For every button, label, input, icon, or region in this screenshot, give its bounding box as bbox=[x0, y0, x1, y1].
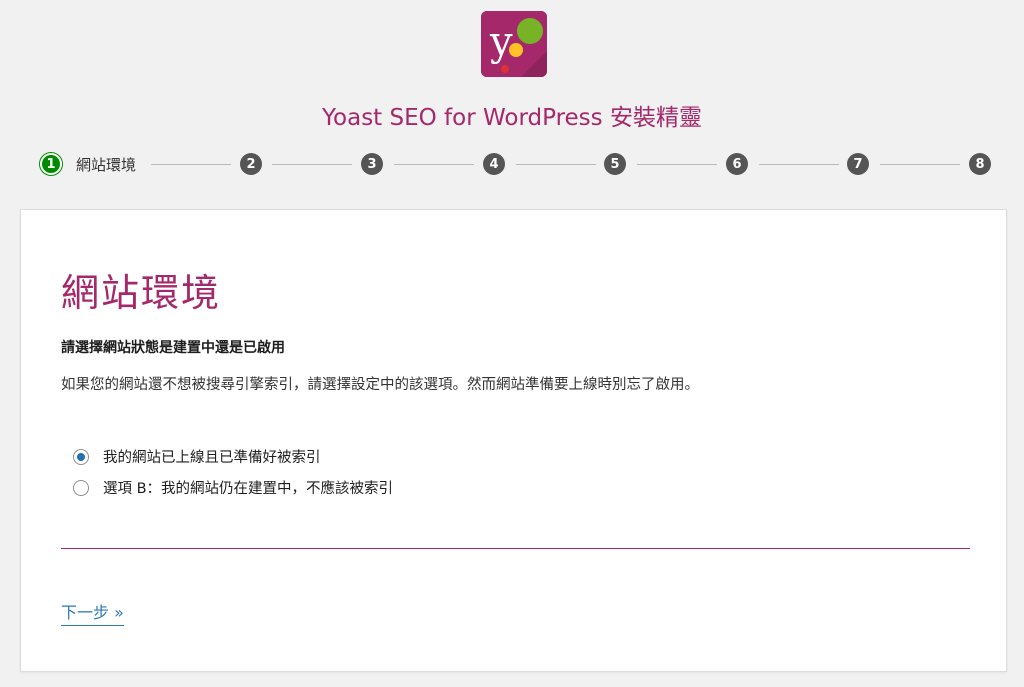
step-connector bbox=[516, 164, 596, 165]
option-staging-label: 選項 B：我的網站仍在建置中，不應該被索引 bbox=[103, 481, 394, 497]
environment-question: 請選擇網站狀態是建置中還是已啟用 bbox=[61, 340, 285, 356]
divider bbox=[61, 548, 970, 549]
step-7[interactable]: 7 bbox=[847, 153, 869, 175]
step-connector bbox=[637, 164, 717, 165]
panel-heading: 網站環境 bbox=[61, 271, 222, 315]
wizard-panel: 網站環境 請選擇網站狀態是建置中還是已啟用 如果您的網站還不想被搜尋引擎索引，請… bbox=[20, 209, 1007, 672]
svg-text:y: y bbox=[489, 19, 513, 65]
step-connector bbox=[272, 164, 352, 165]
wizard-title: Yoast SEO for WordPress 安裝精靈 bbox=[322, 105, 702, 131]
step-2[interactable]: 2 bbox=[240, 153, 262, 175]
step-5[interactable]: 5 bbox=[604, 153, 626, 175]
step-1[interactable]: 1 bbox=[40, 153, 62, 175]
next-step-link[interactable]: 下一步 » bbox=[61, 599, 124, 626]
radio-staging[interactable] bbox=[73, 479, 89, 496]
option-live-label: 我的網站已上線且已準備好被索引 bbox=[103, 450, 321, 466]
environment-description: 如果您的網站還不想被搜尋引擎索引，請選擇設定中的該選項。然而網站準備要上線時別忘… bbox=[61, 377, 699, 393]
option-staging[interactable]: 選項 B：我的網站仍在建置中，不應該被索引 bbox=[73, 477, 393, 498]
step-connector bbox=[151, 164, 231, 165]
step-1-label: 網站環境 bbox=[76, 156, 137, 174]
step-connector bbox=[880, 164, 960, 165]
radio-live[interactable] bbox=[73, 448, 89, 465]
step-6[interactable]: 6 bbox=[726, 153, 748, 175]
step-connector bbox=[759, 164, 839, 165]
step-connector bbox=[394, 164, 474, 165]
option-live[interactable]: 我的網站已上線且已準備好被索引 bbox=[73, 446, 321, 467]
step-8[interactable]: 8 bbox=[969, 153, 991, 175]
step-3[interactable]: 3 bbox=[361, 153, 383, 175]
step-4[interactable]: 4 bbox=[483, 153, 505, 175]
yoast-logo-icon: y bbox=[481, 11, 547, 77]
